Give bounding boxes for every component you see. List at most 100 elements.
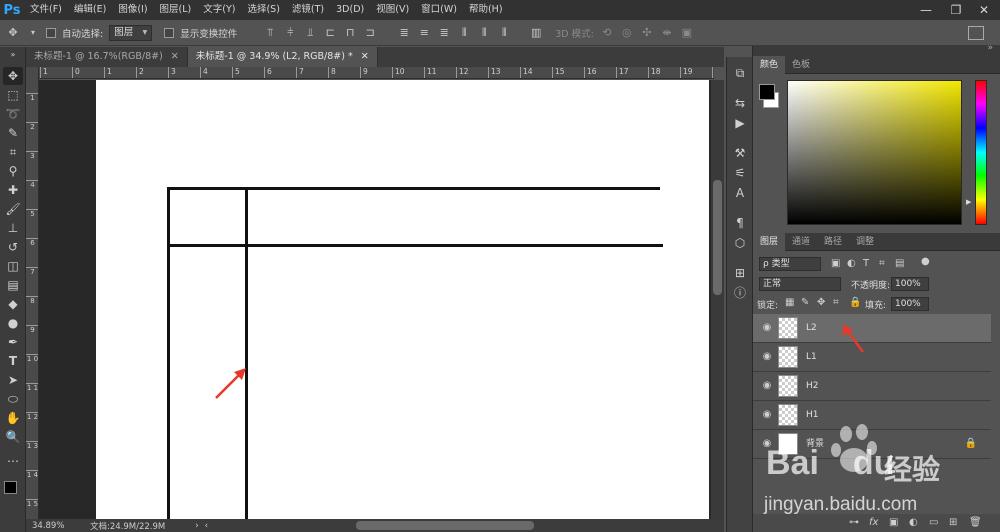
- tab-paths[interactable]: 路径: [817, 233, 849, 251]
- move-tool-icon[interactable]: ✥: [3, 67, 23, 85]
- more-tools-icon[interactable]: …: [3, 449, 23, 467]
- quick-select-tool-icon[interactable]: ✎: [3, 124, 23, 142]
- foreground-color-swatch[interactable]: [4, 481, 17, 494]
- distribute-vcenter-icon[interactable]: ≡: [417, 26, 431, 40]
- layer-row[interactable]: ◉ L2: [753, 314, 991, 343]
- gradient-tool-icon[interactable]: ▤: [3, 276, 23, 294]
- tab-layers[interactable]: 图层: [753, 233, 786, 251]
- tab-color[interactable]: 颜色: [753, 56, 786, 74]
- foreground-swatch[interactable]: [759, 84, 775, 100]
- vertical-scroll-thumb[interactable]: [713, 180, 722, 295]
- healing-brush-tool-icon[interactable]: ✚: [3, 181, 23, 199]
- close-icon[interactable]: ✕: [361, 51, 369, 62]
- 3d-slide-icon[interactable]: ⇼: [660, 26, 674, 40]
- path-select-tool-icon[interactable]: ➤: [3, 371, 23, 389]
- brush-settings-icon[interactable]: ⚒: [730, 143, 750, 163]
- pen-tool-icon[interactable]: ✒: [3, 333, 23, 351]
- paragraph-icon[interactable]: ¶: [730, 213, 750, 233]
- menu-image[interactable]: 图像(I): [112, 0, 153, 20]
- chevron-down-icon[interactable]: ▾: [26, 26, 40, 40]
- menu-file[interactable]: 文件(F): [24, 0, 68, 20]
- layer-row[interactable]: ◉ H2: [753, 372, 991, 401]
- menu-select[interactable]: 选择(S): [241, 0, 285, 20]
- filter-smart-icon[interactable]: ▤: [895, 258, 904, 269]
- lock-position-icon[interactable]: ✥: [817, 297, 825, 308]
- play-icon[interactable]: ▶: [730, 113, 750, 133]
- close-icon[interactable]: ✕: [171, 51, 179, 62]
- menu-help[interactable]: 帮助(H): [463, 0, 509, 20]
- align-bottom-icon[interactable]: ⫫: [303, 26, 317, 40]
- zoom-tool-icon[interactable]: 🔍: [3, 428, 23, 446]
- blend-mode-dropdown[interactable]: 正常: [759, 277, 841, 291]
- tab-document-1[interactable]: 未标题-1 @ 16.7%(RGB/8#) ✕: [26, 47, 188, 67]
- libraries-icon[interactable]: ⊞: [730, 263, 750, 283]
- menu-layer[interactable]: 图层(L): [154, 0, 198, 20]
- opacity-input[interactable]: 100%: [891, 277, 929, 291]
- layer-row[interactable]: ◉ L1: [753, 343, 991, 372]
- shape-tool-icon[interactable]: ⬭: [3, 390, 23, 408]
- scroll-left-icon[interactable]: ‹: [205, 521, 208, 531]
- type-tool-icon[interactable]: T: [3, 352, 23, 370]
- clone-stamp-tool-icon[interactable]: ⊥: [3, 219, 23, 237]
- distribute-top-icon[interactable]: ≣: [397, 26, 411, 40]
- filter-type-icon[interactable]: T: [863, 258, 869, 269]
- eraser-tool-icon[interactable]: ◫: [3, 257, 23, 275]
- dodge-tool-icon[interactable]: ●: [3, 314, 23, 332]
- history-icon[interactable]: ⧉: [730, 63, 750, 83]
- vertical-scrollbar[interactable]: [711, 80, 724, 519]
- distribute-left-icon[interactable]: ⦀: [457, 26, 471, 40]
- align-top-icon[interactable]: ⫪: [263, 26, 277, 40]
- lasso-tool-icon[interactable]: ➰: [3, 105, 23, 123]
- marquee-tool-icon[interactable]: ⬚: [3, 86, 23, 104]
- maximize-button[interactable]: ❐: [942, 0, 970, 20]
- tab-channels[interactable]: 通道: [785, 233, 817, 251]
- 3d-cube-icon[interactable]: ⬡: [730, 233, 750, 253]
- info-icon[interactable]: ⓘ: [730, 283, 750, 303]
- properties-icon[interactable]: ⚟: [730, 163, 750, 183]
- character-icon[interactable]: A: [730, 183, 750, 203]
- collapse-icon[interactable]: »: [3, 51, 23, 59]
- history-brush-tool-icon[interactable]: ↺: [3, 238, 23, 256]
- eye-icon[interactable]: ◉: [761, 380, 773, 392]
- hand-tool-icon[interactable]: ✋: [3, 409, 23, 427]
- workspace-icon[interactable]: [968, 26, 984, 40]
- auto-select-dropdown[interactable]: 图层: [109, 24, 153, 41]
- lock-artboard-icon[interactable]: ⌗: [833, 297, 839, 308]
- eye-icon[interactable]: ◉: [761, 322, 773, 334]
- close-window-button[interactable]: ✕: [970, 0, 998, 20]
- hue-slider[interactable]: [975, 80, 987, 225]
- distribute-hcenter-icon[interactable]: ⦀: [477, 26, 491, 40]
- fill-input[interactable]: 100%: [891, 297, 929, 311]
- distribute-right-icon[interactable]: ⦀: [497, 26, 511, 40]
- status-menu-icon[interactable]: ›: [195, 521, 198, 531]
- menu-edit[interactable]: 编辑(E): [68, 0, 112, 20]
- lock-all-icon[interactable]: 🔒: [849, 297, 861, 308]
- eye-icon[interactable]: ◉: [761, 351, 773, 363]
- tab-document-2[interactable]: 未标题-1 @ 34.9% (L2, RGB/8#) * ✕: [187, 47, 378, 67]
- lock-pixels-icon[interactable]: ✎: [801, 297, 809, 308]
- actions-icon[interactable]: ⇆: [730, 93, 750, 113]
- filter-pixel-icon[interactable]: ▣: [831, 258, 840, 269]
- crop-tool-icon[interactable]: ⌗: [3, 143, 23, 161]
- document-canvas[interactable]: [96, 80, 709, 519]
- 3d-rotate-icon[interactable]: ⟲: [600, 26, 614, 40]
- layer-filter-dropdown[interactable]: ρ 类型: [759, 257, 821, 271]
- menu-window[interactable]: 窗口(W): [415, 0, 463, 20]
- 3d-roll-icon[interactable]: ◎: [620, 26, 634, 40]
- blur-tool-icon[interactable]: ◆: [3, 295, 23, 313]
- minimize-button[interactable]: —: [912, 0, 940, 20]
- brush-tool-icon[interactable]: 🖌: [3, 200, 23, 218]
- filter-toggle-icon[interactable]: ●: [921, 256, 930, 267]
- 3d-scale-icon[interactable]: ▣: [680, 26, 694, 40]
- auto-select-checkbox[interactable]: [46, 27, 56, 38]
- show-transform-checkbox[interactable]: [164, 27, 175, 38]
- move-tool-icon[interactable]: ✥: [6, 26, 20, 40]
- align-right-icon[interactable]: ⊐: [363, 26, 377, 40]
- menu-filter[interactable]: 滤镜(T): [286, 0, 330, 20]
- collapse-dock-icon[interactable]: »: [987, 43, 993, 53]
- 3d-pan-icon[interactable]: ✣: [640, 26, 654, 40]
- menu-3d[interactable]: 3D(D): [330, 0, 370, 20]
- zoom-level[interactable]: 34.89%: [26, 521, 82, 531]
- color-picker-field[interactable]: [787, 80, 962, 225]
- eyedropper-tool-icon[interactable]: ⚲: [3, 162, 23, 180]
